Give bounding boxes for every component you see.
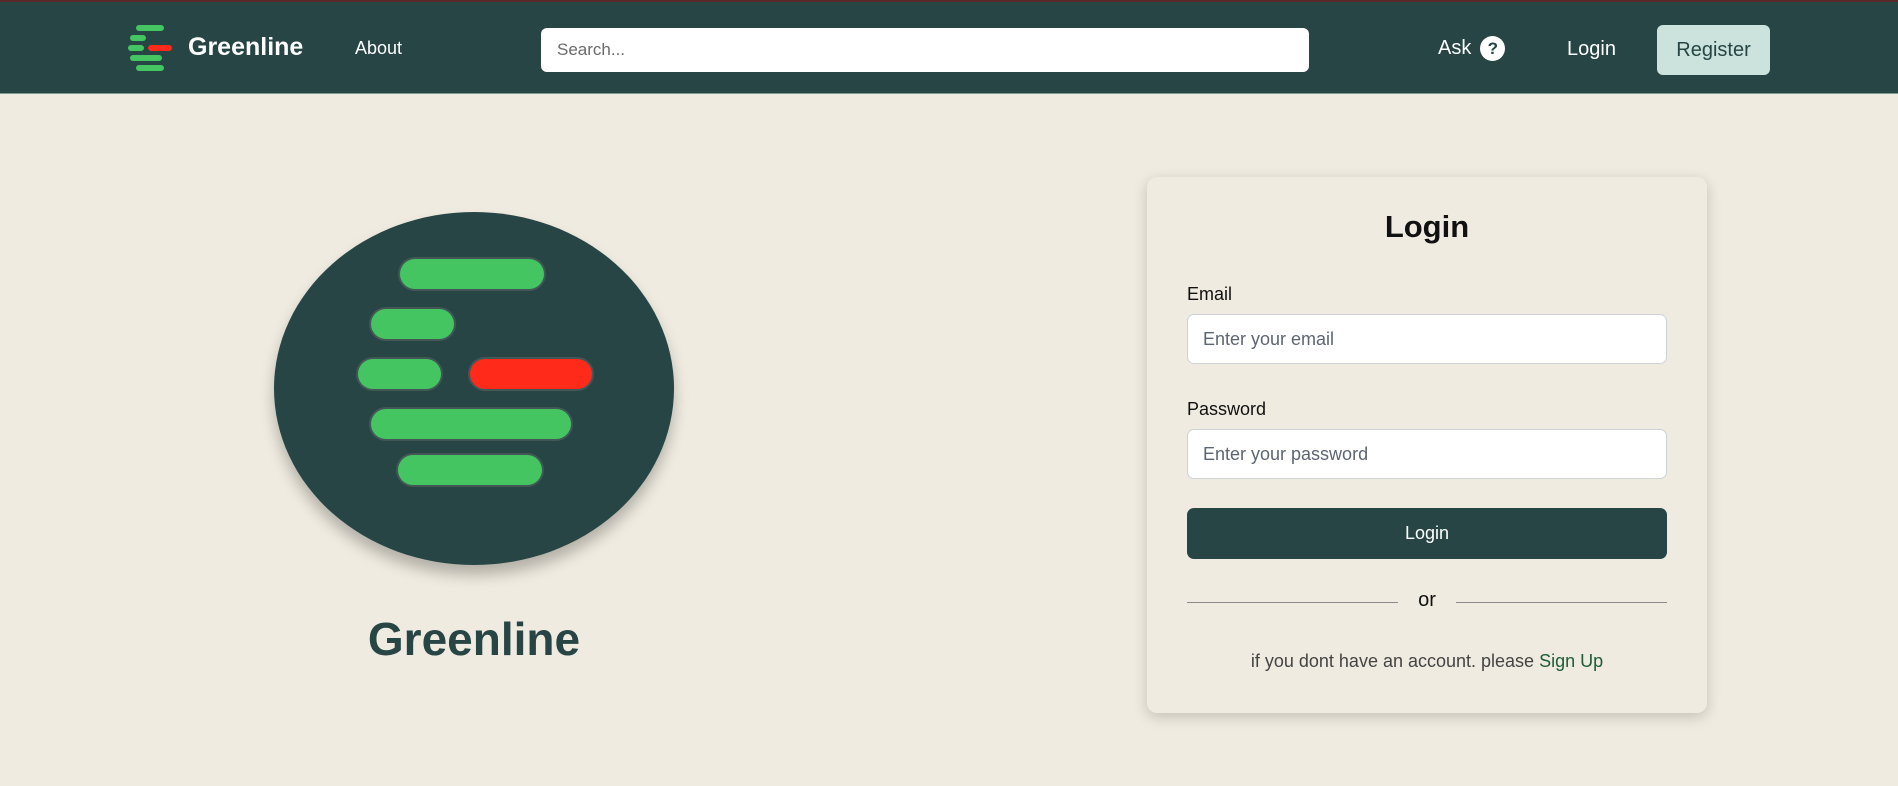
brand-name: Greenline xyxy=(188,32,304,61)
email-label: Email xyxy=(1187,284,1233,304)
login-submit-button[interactable]: Login xyxy=(1187,508,1667,559)
password-label: Password xyxy=(1187,399,1267,419)
search-input[interactable] xyxy=(541,28,1309,72)
login-title: Login xyxy=(1384,209,1470,244)
divider-right xyxy=(1456,602,1667,603)
greenline-logo-icon xyxy=(126,23,174,71)
signup-prompt-text: if you dont have an account. please xyxy=(1250,651,1535,671)
login-card: Login Email Password Login or if you don… xyxy=(1147,177,1707,713)
nav-login-link[interactable]: Login xyxy=(1567,38,1616,61)
nav-about-link[interactable]: About xyxy=(355,38,402,59)
password-field[interactable] xyxy=(1187,429,1667,479)
register-button[interactable]: Register xyxy=(1657,25,1770,75)
divider-or-text: or xyxy=(1418,589,1436,611)
top-navbar: Greenline About Ask ? Login Register xyxy=(0,0,1898,94)
question-mark-icon: ? xyxy=(1480,36,1506,61)
email-field[interactable] xyxy=(1187,314,1667,364)
ask-link[interactable]: Ask ? xyxy=(1438,36,1506,61)
signup-link[interactable]: Sign Up xyxy=(1539,651,1603,671)
ask-label: Ask xyxy=(1438,37,1472,59)
signup-prompt: if you dont have an account. please Sign… xyxy=(1147,651,1707,672)
greenline-hero-logo-icon xyxy=(274,212,674,565)
hero-title: Greenline xyxy=(367,613,581,665)
brand-link[interactable]: Greenline xyxy=(126,22,303,72)
